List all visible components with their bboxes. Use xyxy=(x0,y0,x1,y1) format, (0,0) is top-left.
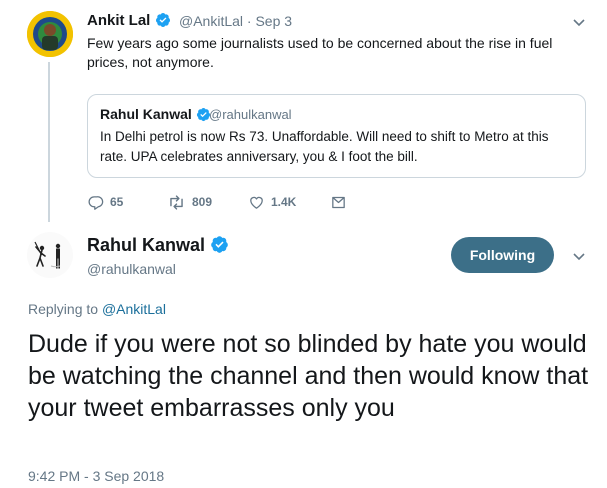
retweet-icon xyxy=(170,194,183,210)
replying-to-label: Replying to xyxy=(28,301,99,317)
tweet-timestamp[interactable]: 9:42 PM - 3 Sep 2018 xyxy=(28,468,164,484)
parent-author-name[interactable]: Ankit Lal xyxy=(87,12,150,29)
replying-to-mention-link[interactable]: @AnkitLal xyxy=(102,301,166,317)
quoted-author-name: Rahul Kanwal xyxy=(100,106,192,122)
tweet-action-bar: 65 809 1.4K xyxy=(87,190,417,214)
like-count: 1.4K xyxy=(271,195,297,209)
reply-icon xyxy=(88,195,104,210)
replying-to-line: Replying to @AnkitLal xyxy=(28,301,166,317)
direct-message-action[interactable] xyxy=(330,190,347,214)
parent-author-handle[interactable]: @AnkitLal · Sep 3 xyxy=(179,13,292,29)
reply-action[interactable]: 65 xyxy=(87,190,123,214)
following-button[interactable]: Following xyxy=(451,237,554,273)
chevron-down-icon[interactable] xyxy=(571,14,587,30)
retweet-action[interactable]: 809 xyxy=(167,190,212,214)
ankit-lal-avatar[interactable] xyxy=(27,11,73,57)
like-action[interactable]: 1.4K xyxy=(248,190,296,214)
parent-tweet-text: Few years ago some journalists used to b… xyxy=(87,35,553,70)
verified-badge-icon xyxy=(211,236,228,253)
quoted-tweet-text: In Delhi petrol is now Rs 73. Unaffordab… xyxy=(100,129,549,164)
like-icon xyxy=(250,196,263,209)
parent-author-row: Ankit Lal xyxy=(87,12,171,29)
chevron-down-icon[interactable] xyxy=(571,248,587,264)
main-author-name[interactable]: Rahul Kanwal xyxy=(87,235,205,255)
quoted-author-row: Rahul Kanwal xyxy=(100,106,211,122)
main-tweet-text: Dude if you were not so blinded by hate … xyxy=(28,330,589,422)
rahul-kanwal-avatar[interactable] xyxy=(27,232,73,278)
quoted-tweet-card[interactable]: Rahul Kanwal @rahulkanwal In Delhi petro… xyxy=(87,94,586,178)
reply-count: 65 xyxy=(110,195,124,209)
main-author-handle[interactable]: @rahulkanwal xyxy=(87,261,176,277)
thread-connector-line xyxy=(48,62,50,222)
main-author-row: Rahul Kanwal xyxy=(87,235,229,256)
quoted-author-handle: @rahulkanwal xyxy=(209,107,292,122)
direct-message-icon xyxy=(332,196,345,208)
retweet-count: 809 xyxy=(192,195,213,209)
verified-badge-icon xyxy=(155,13,170,27)
